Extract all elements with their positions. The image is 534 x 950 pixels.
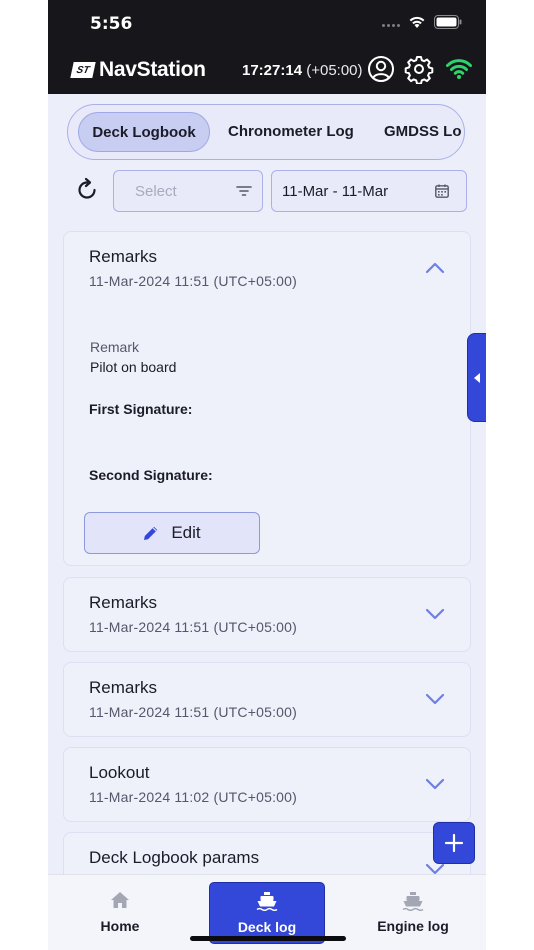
second-signature-label: Second Signature: bbox=[89, 467, 213, 483]
app-name: NavStation bbox=[99, 58, 206, 81]
logbook-tabs: Deck Logbook Chronometer Log GMDSS Lo bbox=[67, 104, 465, 160]
card-title: Remarks bbox=[89, 247, 158, 266]
home-icon bbox=[111, 892, 129, 908]
nav-home[interactable]: Home bbox=[70, 875, 170, 950]
navstation-logo: ST NavStation bbox=[70, 58, 206, 82]
logo-badge: ST bbox=[70, 62, 96, 78]
edit-button[interactable]: Edit bbox=[84, 512, 260, 554]
log-card[interactable]: Remarks 11-Mar-2024 11:51 (UTC+05:00) bbox=[63, 577, 471, 652]
ship-icon bbox=[402, 892, 424, 911]
clock-time: 17:27:14 bbox=[242, 62, 303, 79]
nav-engine-log[interactable]: Engine log bbox=[363, 875, 463, 950]
app-screen: 5:56 ST NavStation 17:27:14 (+05:00) Dec… bbox=[48, 0, 486, 950]
filter-icon bbox=[236, 186, 252, 196]
nav-deck-log-label: Deck log bbox=[237, 919, 297, 935]
card-title: Remarks bbox=[89, 593, 158, 612]
date-range-value: 11-Mar - 11-Mar bbox=[282, 183, 389, 200]
header-clock: 17:27:14 (+05:00) bbox=[242, 62, 363, 79]
edit-button-label: Edit bbox=[171, 523, 201, 542]
chevron-down-icon[interactable] bbox=[425, 693, 445, 705]
status-time: 5:56 bbox=[90, 14, 133, 34]
remark-value: Pilot on board bbox=[90, 359, 177, 375]
add-entry-button[interactable] bbox=[433, 822, 475, 864]
card-date: 11-Mar-2024 11:51 (UTC+05:00) bbox=[89, 619, 297, 635]
wifi-icon[interactable] bbox=[444, 54, 474, 84]
caret-left-icon bbox=[474, 373, 480, 383]
battery-icon bbox=[434, 15, 462, 29]
cellular-signal-icon bbox=[382, 23, 400, 27]
ship-icon bbox=[256, 892, 278, 911]
card-title: Lookout bbox=[89, 763, 150, 782]
refresh-icon[interactable] bbox=[74, 177, 100, 203]
log-card-expanded: Remarks 11-Mar-2024 11:51 (UTC+05:00) Re… bbox=[63, 231, 471, 566]
calendar-icon bbox=[435, 184, 449, 198]
pencil-icon bbox=[144, 526, 158, 540]
log-card[interactable]: Lookout 11-Mar-2024 11:02 (UTC+05:00) bbox=[63, 747, 471, 822]
status-bar: 5:56 bbox=[48, 0, 486, 46]
chevron-down-icon[interactable] bbox=[425, 778, 445, 790]
remark-label: Remark bbox=[90, 339, 140, 355]
card-date: 11-Mar-2024 11:51 (UTC+05:00) bbox=[89, 704, 297, 720]
first-signature-label: First Signature: bbox=[89, 401, 193, 417]
home-indicator bbox=[190, 936, 346, 941]
card-date: 11-Mar-2024 11:02 (UTC+05:00) bbox=[89, 789, 297, 805]
nav-home-label: Home bbox=[100, 918, 140, 934]
date-range-picker[interactable]: 11-Mar - 11-Mar bbox=[271, 170, 467, 212]
app-header: ST NavStation 17:27:14 (+05:00) bbox=[48, 46, 486, 94]
tab-deck-logbook[interactable]: Deck Logbook bbox=[78, 112, 210, 152]
tab-chronometer-log[interactable]: Chronometer Log bbox=[228, 112, 354, 152]
card-date: 11-Mar-2024 11:51 (UTC+05:00) bbox=[89, 273, 297, 289]
tab-gmdss-log[interactable]: GMDSS Lo bbox=[384, 112, 462, 152]
status-icons bbox=[382, 15, 462, 29]
type-select[interactable]: Select bbox=[113, 170, 263, 212]
nav-engine-log-label: Engine log bbox=[377, 918, 449, 934]
chevron-down-icon[interactable] bbox=[425, 608, 445, 620]
nav-deck-log[interactable]: Deck log bbox=[209, 882, 325, 944]
chevron-up-icon[interactable] bbox=[425, 262, 445, 274]
card-title: Remarks bbox=[89, 678, 158, 697]
card-title: Deck Logbook params bbox=[89, 848, 260, 867]
clock-timezone: (+05:00) bbox=[306, 62, 363, 79]
plus-icon bbox=[444, 833, 464, 853]
gear-icon[interactable] bbox=[404, 54, 434, 84]
select-placeholder: Select bbox=[135, 183, 177, 200]
log-card[interactable]: Remarks 11-Mar-2024 11:51 (UTC+05:00) bbox=[63, 662, 471, 737]
account-circle-icon[interactable] bbox=[366, 54, 396, 84]
side-panel-handle[interactable] bbox=[467, 333, 486, 422]
wifi-status-icon bbox=[409, 16, 425, 28]
